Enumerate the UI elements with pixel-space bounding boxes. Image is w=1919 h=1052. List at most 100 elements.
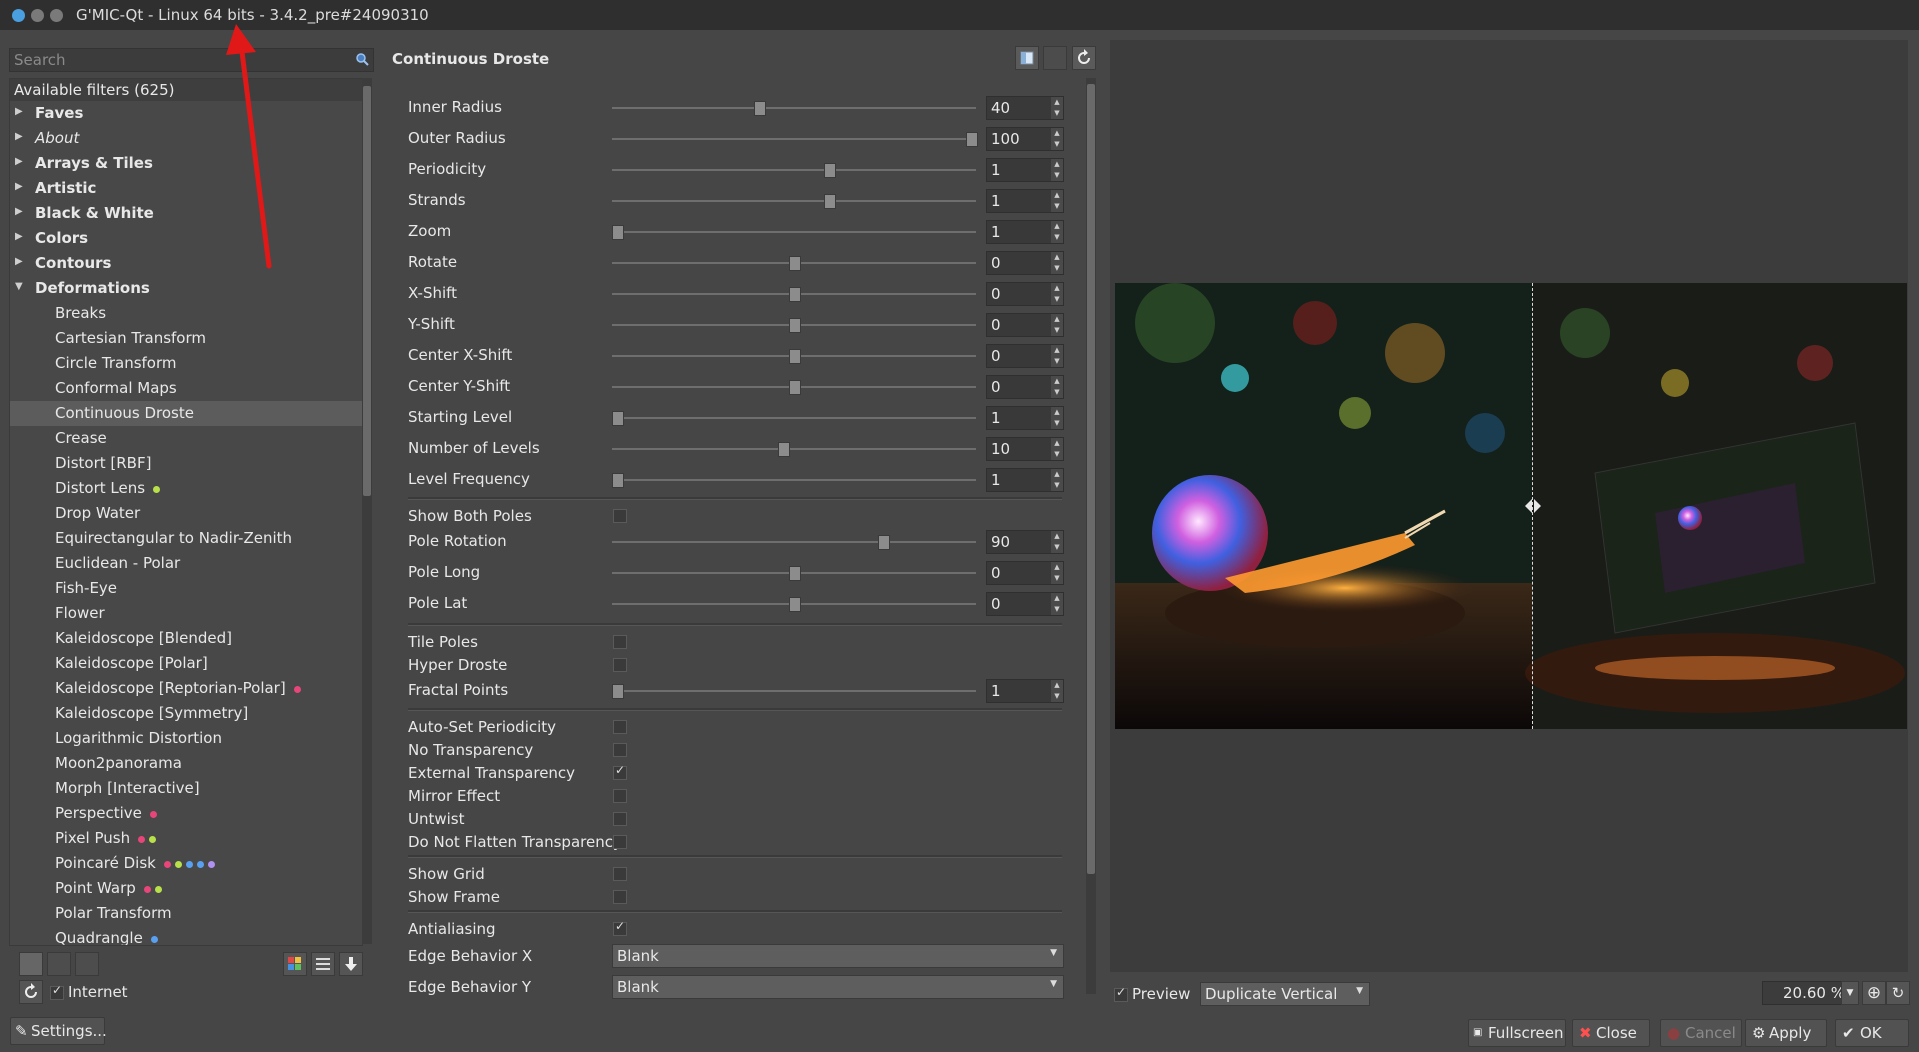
parameter-checkbox[interactable] <box>613 635 627 649</box>
parameter-checkbox[interactable] <box>613 919 627 936</box>
parameter-checkbox[interactable] <box>613 509 627 523</box>
slider-handle[interactable] <box>789 566 801 581</box>
value-spinbox[interactable]: 1 ▲ ▼ <box>986 679 1064 703</box>
zoom-field[interactable]: 20.60 % <box>1762 981 1852 1005</box>
rename-fave-button[interactable] <box>75 952 99 976</box>
filter-tree-scrollbar[interactable] <box>362 78 372 944</box>
tree-filter-item[interactable]: Point Warp <box>10 876 362 901</box>
parameter-checkbox[interactable] <box>613 720 627 734</box>
tree-filter-item[interactable]: Distort [RBF] <box>10 451 362 476</box>
download-button[interactable] <box>339 952 363 976</box>
tree-filter-item[interactable]: Flower <box>10 601 362 626</box>
slider-track[interactable] <box>612 138 976 140</box>
tree-filter-item[interactable]: Kaleidoscope [Polar] <box>10 651 362 676</box>
tree-filter-item[interactable]: Distort Lens <box>10 476 362 501</box>
fullscreen-button[interactable]: ▣ Fullscreen <box>1468 1019 1566 1047</box>
settings-button[interactable]: ✎ Settings... <box>10 1017 107 1045</box>
spin-arrows-icon[interactable]: ▲ ▼ <box>1051 283 1063 305</box>
tree-filter-item[interactable]: Continuous Droste <box>10 401 362 426</box>
spin-arrows-icon[interactable]: ▲ ▼ <box>1051 531 1063 553</box>
slider-track[interactable] <box>612 107 976 109</box>
spin-arrows-icon[interactable]: ▲ ▼ <box>1051 159 1063 181</box>
spin-arrows-icon[interactable]: ▲ ▼ <box>1051 469 1063 491</box>
slider-handle[interactable] <box>612 225 624 240</box>
slider-handle[interactable] <box>966 132 978 147</box>
parameter-checkbox[interactable] <box>613 789 627 803</box>
tree-filter-item[interactable]: Drop Water <box>10 501 362 526</box>
value-spinbox[interactable]: 1 ▲ ▼ <box>986 158 1064 182</box>
tree-filter-item[interactable]: Pixel Push <box>10 826 362 851</box>
spin-arrows-icon[interactable]: ▲ ▼ <box>1051 407 1063 429</box>
reset-parameters-button[interactable] <box>1072 46 1096 70</box>
value-spinbox[interactable]: 1 ▲ ▼ <box>986 468 1064 492</box>
apply-button[interactable]: ⚙ Apply <box>1745 1019 1827 1047</box>
tree-filter-item[interactable]: Euclidean - Polar <box>10 551 362 576</box>
spin-arrows-icon[interactable]: ▲ ▼ <box>1051 190 1063 212</box>
value-spinbox[interactable]: 1 ▲ ▼ <box>986 220 1064 244</box>
list-view-button[interactable] <box>311 952 335 976</box>
value-spinbox[interactable]: 1 ▲ ▼ <box>986 189 1064 213</box>
parameter-checkbox[interactable] <box>613 763 627 780</box>
slider-handle[interactable] <box>778 442 791 457</box>
parameter-checkbox[interactable] <box>613 890 627 904</box>
tree-filter-item[interactable]: Moon2panorama <box>10 751 362 776</box>
tree-filter-item[interactable]: Fish-Eye <box>10 576 362 601</box>
choice-select[interactable]: Blank ▼ <box>612 944 1064 968</box>
value-spinbox[interactable]: 1 ▲ ▼ <box>986 406 1064 430</box>
value-spinbox[interactable]: 0 ▲ ▼ <box>986 251 1064 275</box>
copy-parameters-button[interactable] <box>1015 46 1039 70</box>
remove-fave-button[interactable] <box>47 952 71 976</box>
slider-handle[interactable] <box>789 349 801 364</box>
cancel-button[interactable]: ● Cancel <box>1660 1019 1742 1047</box>
spin-arrows-icon[interactable]: ▲ ▼ <box>1051 128 1063 150</box>
slider-handle[interactable] <box>824 163 837 178</box>
slider-handle[interactable] <box>824 194 837 209</box>
ok-button[interactable]: ✔ OK <box>1835 1019 1909 1047</box>
slider-handle[interactable] <box>612 411 624 426</box>
internet-checkbox[interactable] <box>50 983 64 1000</box>
value-spinbox[interactable]: 0 ▲ ▼ <box>986 282 1064 306</box>
tree-filter-item[interactable]: Perspective <box>10 801 362 826</box>
slider-handle[interactable] <box>789 597 801 612</box>
slider-handle[interactable] <box>789 256 801 271</box>
slider-track[interactable] <box>612 448 976 450</box>
spin-arrows-icon[interactable]: ▲ ▼ <box>1051 345 1063 367</box>
tree-filter-item[interactable]: Kaleidoscope [Reptorian-Polar] <box>10 676 362 701</box>
filter-tree-scrollbar-thumb[interactable] <box>363 86 371 496</box>
tree-filter-item[interactable]: Circle Transform <box>10 351 362 376</box>
slider-track[interactable] <box>612 200 976 202</box>
split-handle-icon[interactable] <box>1523 496 1543 516</box>
value-spinbox[interactable]: 40 ▲ ▼ <box>986 96 1064 120</box>
search-icon[interactable] <box>355 52 369 66</box>
parameter-checkbox[interactable] <box>613 658 627 672</box>
slider-track[interactable] <box>612 541 976 543</box>
parameters-scrollbar[interactable] <box>1086 78 1096 994</box>
color-palette-button[interactable] <box>283 952 307 976</box>
slider-handle[interactable] <box>612 473 624 488</box>
slider-handle[interactable] <box>789 287 801 302</box>
spin-arrows-icon[interactable]: ▲ ▼ <box>1051 562 1063 584</box>
refresh-filters-button[interactable] <box>19 980 43 1004</box>
parameters-scrollbar-thumb[interactable] <box>1087 84 1095 874</box>
spin-arrows-icon[interactable]: ▲ ▼ <box>1051 252 1063 274</box>
spin-arrows-icon[interactable]: ▲ ▼ <box>1051 438 1063 460</box>
tree-filter-item[interactable]: Poincaré Disk <box>10 851 362 876</box>
spin-arrows-icon[interactable]: ▲ ▼ <box>1051 376 1063 398</box>
value-spinbox[interactable]: 0 ▲ ▼ <box>986 561 1064 585</box>
slider-handle[interactable] <box>789 318 801 333</box>
tree-filter-item[interactable]: Conformal Maps <box>10 376 362 401</box>
spin-arrows-icon[interactable]: ▲ ▼ <box>1051 680 1063 702</box>
slider-handle[interactable] <box>877 535 890 550</box>
slider-handle[interactable] <box>789 380 801 395</box>
spin-arrows-icon[interactable]: ▲ ▼ <box>1051 314 1063 336</box>
value-spinbox[interactable]: 0 ▲ ▼ <box>986 313 1064 337</box>
parameter-checkbox[interactable] <box>613 835 627 849</box>
preview-image[interactable] <box>1115 283 1907 729</box>
tree-filter-item[interactable]: Cartesian Transform <box>10 326 362 351</box>
add-fave-button[interactable] <box>19 952 43 976</box>
spin-arrows-icon[interactable]: ▲ ▼ <box>1051 97 1063 119</box>
parameter-checkbox[interactable] <box>613 812 627 826</box>
choice-select[interactable]: Blank ▼ <box>612 975 1064 999</box>
value-spinbox[interactable]: 0 ▲ ▼ <box>986 344 1064 368</box>
tree-filter-item[interactable]: Quadrangle <box>10 926 362 945</box>
